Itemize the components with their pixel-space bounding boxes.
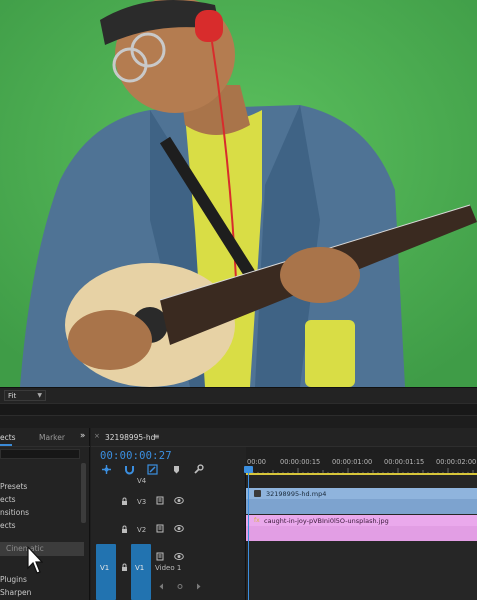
keyframe-next-icon[interactable]: [193, 582, 203, 591]
lock-track-icon[interactable]: [120, 563, 130, 572]
track-lane-v1[interactable]: [246, 542, 477, 600]
ruler-label: 00:00: [247, 458, 267, 466]
playhead-line[interactable]: [248, 468, 249, 600]
video-frame-image: [0, 0, 477, 387]
effects-folder-plugins[interactable]: Plugins: [0, 575, 27, 584]
add-marker-icon[interactable]: [171, 464, 182, 475]
source-patch-v1[interactable]: V1: [96, 544, 116, 600]
panel-expand-icon[interactable]: »: [80, 431, 86, 441]
tab-sequence[interactable]: 32198995-hd: [105, 433, 155, 442]
effects-folder-video-effects[interactable]: ects: [0, 521, 16, 530]
program-monitor-frame[interactable]: [0, 0, 477, 387]
keyframe-prev-icon[interactable]: [157, 582, 167, 591]
tab-effects[interactable]: ects: [0, 433, 16, 442]
close-sequence-icon[interactable]: ×: [94, 432, 100, 440]
panel-menu-icon[interactable]: ≡: [153, 432, 160, 441]
video-clip[interactable]: 32198995-hd.mp4: [246, 488, 477, 514]
effects-folder-presets[interactable]: Presets: [0, 482, 27, 491]
ruler-label: 00:00:01:00: [332, 458, 373, 466]
effects-search-input[interactable]: [0, 449, 80, 459]
effects-panel-tabs: ects Marker »: [0, 428, 90, 447]
zoom-fit-dropdown[interactable]: Fit ▼: [4, 390, 46, 401]
playhead-timecode[interactable]: 00:00:00:27: [100, 450, 172, 462]
timeline-settings-wrench-icon[interactable]: [193, 464, 204, 475]
effects-folder-sharpen[interactable]: Sharpen: [0, 588, 31, 597]
lock-track-icon[interactable]: [120, 525, 130, 534]
track-label-v3[interactable]: V3: [137, 498, 146, 506]
source-patch-label: V1: [100, 564, 110, 572]
ruler-label: 00:00:01:15: [384, 458, 425, 466]
snap-magnet-icon[interactable]: [124, 464, 135, 475]
time-ruler[interactable]: 00:00 00:00:00:15 00:00:01:00 00:00:01:1…: [246, 447, 477, 475]
effects-folder-transitions[interactable]: nsitions: [0, 508, 29, 517]
track-label-v4[interactable]: V4: [137, 477, 146, 485]
eye-icon[interactable]: [174, 496, 184, 505]
target-track-label: V1: [135, 564, 145, 572]
sequence-tabs: » × 32198995-hd ≡: [80, 428, 477, 447]
sync-lock-icon[interactable]: [156, 524, 166, 533]
tab-markers[interactable]: Marker: [39, 433, 65, 442]
effects-panel: ects Marker » Presets ects nsitions ects…: [0, 428, 90, 600]
clip-fx-icon: [254, 490, 261, 497]
zoom-fit-label: Fit: [8, 392, 17, 400]
active-tab-indicator: [0, 444, 12, 446]
clip-fx-badge-icon: fx: [254, 517, 260, 524]
ruler-label: 00:00:02:00: [436, 458, 477, 466]
chevron-down-icon: ▼: [37, 392, 42, 399]
image-clip-name: caught-in-joy-pVBIni0l5O-unsplash.jpg: [264, 517, 389, 525]
ruler-label: 00:00:00:15: [280, 458, 321, 466]
effects-folder-effects[interactable]: ects: [0, 495, 16, 504]
track-name-video-1[interactable]: Video 1: [155, 564, 181, 572]
mouse-cursor-icon: [27, 546, 43, 574]
target-track-v1[interactable]: V1: [131, 544, 151, 600]
keyframe-add-icon[interactable]: [175, 582, 185, 591]
track-label-v2[interactable]: V2: [137, 526, 146, 534]
monitor-control-bar: Fit ▼: [0, 387, 477, 403]
video-clip-name: 32198995-hd.mp4: [266, 490, 327, 498]
track-area[interactable]: 32198995-hd.mp4 fx caught-in-joy-pVBIni0…: [246, 475, 477, 600]
track-headers: V4 V3 V2 V1 V1 Video 1: [91, 475, 246, 600]
sync-lock-icon[interactable]: [156, 496, 166, 505]
eye-icon[interactable]: [174, 524, 184, 533]
insert-nest-icon[interactable]: [101, 464, 112, 475]
linked-selection-icon[interactable]: [147, 464, 158, 475]
timeline-panel: » × 32198995-hd ≡ 00:00:00:27 V4 V3 V2 V…: [80, 428, 477, 600]
panel-divider[interactable]: [0, 403, 477, 416]
lock-track-icon[interactable]: [120, 497, 130, 506]
image-clip[interactable]: fx caught-in-joy-pVBIni0l5O-unsplash.jpg: [246, 515, 477, 541]
sync-lock-icon[interactable]: [156, 552, 166, 561]
eye-icon[interactable]: [174, 552, 184, 561]
effects-scrollbar[interactable]: [81, 463, 86, 523]
